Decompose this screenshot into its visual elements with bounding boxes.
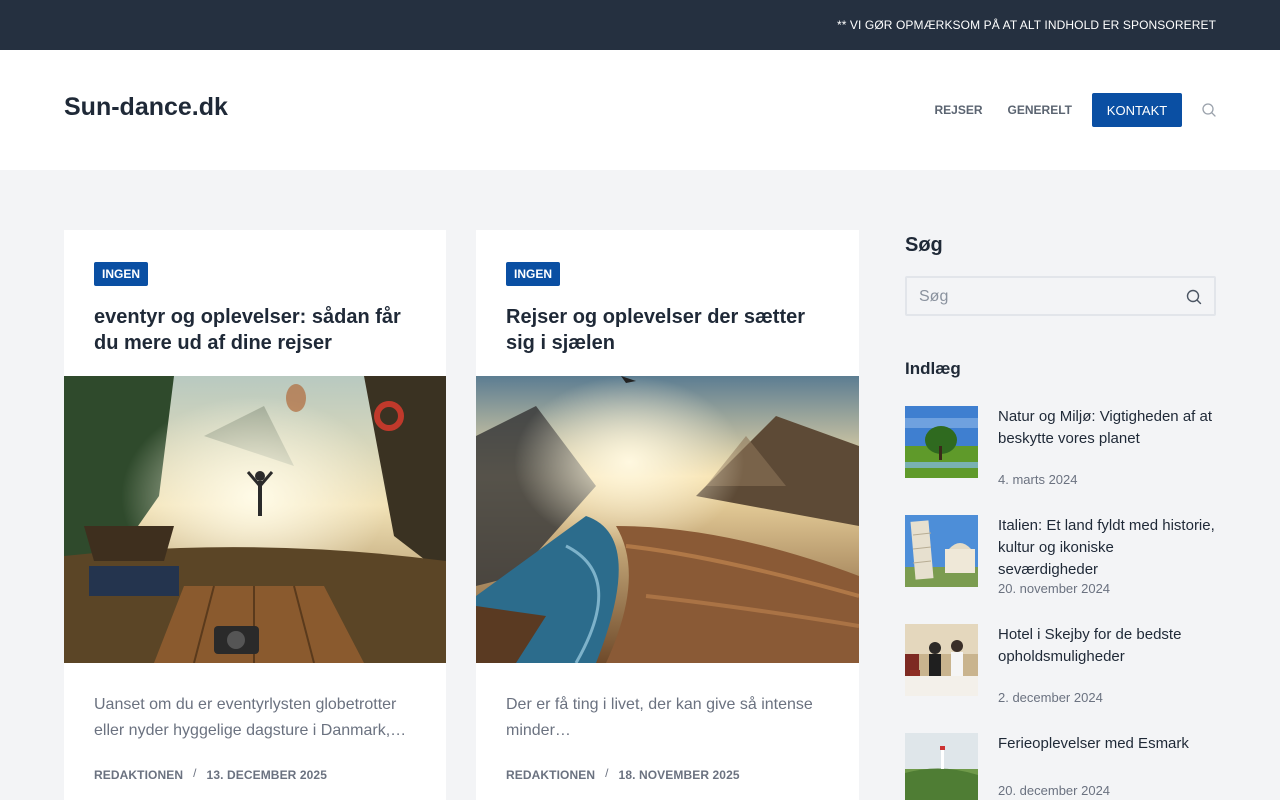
post-date: 18. NOVEMBER 2025	[618, 768, 740, 782]
meta-separator: /	[193, 766, 197, 780]
post-card: INGEN eventyr og oplevelser: sådan får d…	[64, 230, 446, 800]
recent-post-item[interactable]: Italien: Et land fyldt med historie, kul…	[905, 515, 1218, 596]
recent-post-title[interactable]: Italien: Et land fyldt med historie, kul…	[998, 515, 1218, 581]
top-notice-bar: ** VI GØR OPMÆRKSOM PÅ AT ALT INDHOLD ER…	[0, 0, 1280, 50]
post-thumbnail[interactable]	[905, 406, 978, 478]
recent-posts-title: Indlæg	[905, 359, 961, 378]
contact-button[interactable]: KONTAKT	[1092, 93, 1182, 127]
recent-post-date: 20. november 2024	[998, 581, 1111, 596]
nav-item-rejser[interactable]: REJSER	[935, 103, 983, 117]
recent-post-item[interactable]: Ferieoplevelser med Esmark 20. december …	[905, 733, 1216, 800]
post-card: INGEN Rejser og oplevelser der sætter si…	[476, 230, 859, 800]
site-title[interactable]: Sun-dance.dk	[64, 93, 228, 122]
meta-separator: /	[605, 766, 609, 780]
main-nav: REJSER GENERELT KONTAKT	[935, 93, 1216, 127]
recent-post-title[interactable]: Hotel i Skejby for de bedste opholdsmuli…	[998, 624, 1218, 668]
category-badge[interactable]: INGEN	[506, 262, 561, 286]
category-badge[interactable]: INGEN	[94, 262, 149, 286]
search-icon[interactable]	[1186, 289, 1202, 305]
post-excerpt: Der er få ting i livet, der kan give så …	[506, 696, 813, 739]
recent-post-item[interactable]: Natur og Miljø: Vigtigheden af at beskyt…	[905, 406, 1218, 487]
recent-post-title[interactable]: Ferieoplevelser med Esmark	[998, 733, 1218, 755]
recent-post-title[interactable]: Natur og Miljø: Vigtigheden af at beskyt…	[998, 406, 1218, 450]
search-input[interactable]	[919, 287, 1169, 307]
post-thumbnail[interactable]	[905, 624, 978, 696]
recent-post-item[interactable]: Hotel i Skejby for de bedste opholdsmuli…	[905, 624, 1218, 705]
nav-item-generelt[interactable]: GENERELT	[1008, 103, 1072, 117]
recent-post-date: 20. december 2024	[998, 783, 1111, 798]
post-meta: REDAKTIONEN / 18. NOVEMBER 2025	[506, 766, 740, 782]
post-author[interactable]: REDAKTIONEN	[506, 768, 595, 782]
post-thumbnail[interactable]	[905, 515, 978, 587]
post-image[interactable]	[64, 376, 446, 663]
search-icon[interactable]	[1202, 103, 1216, 117]
post-excerpt: Uanset om du er eventyrlysten globetrott…	[94, 696, 407, 739]
post-date: 13. DECEMBER 2025	[206, 768, 327, 782]
post-title[interactable]: Rejser og oplevelser der sætter sig i sj…	[506, 304, 836, 356]
site-header: Sun-dance.dk REJSER GENERELT KONTAKT	[0, 50, 1280, 170]
post-title[interactable]: eventyr og oplevelser: sådan får du mere…	[94, 304, 424, 356]
post-meta: REDAKTIONEN / 13. DECEMBER 2025	[94, 766, 327, 782]
post-author[interactable]: REDAKTIONEN	[94, 768, 183, 782]
sponsored-notice: ** VI GØR OPMÆRKSOM PÅ AT ALT INDHOLD ER…	[836, 18, 1216, 32]
post-thumbnail[interactable]	[905, 733, 978, 800]
search-form	[905, 276, 1216, 316]
search-widget-title: Søg	[905, 234, 943, 256]
recent-post-date: 2. december 2024	[998, 690, 1103, 705]
recent-post-date: 4. marts 2024	[998, 472, 1078, 487]
post-image[interactable]	[476, 376, 859, 663]
